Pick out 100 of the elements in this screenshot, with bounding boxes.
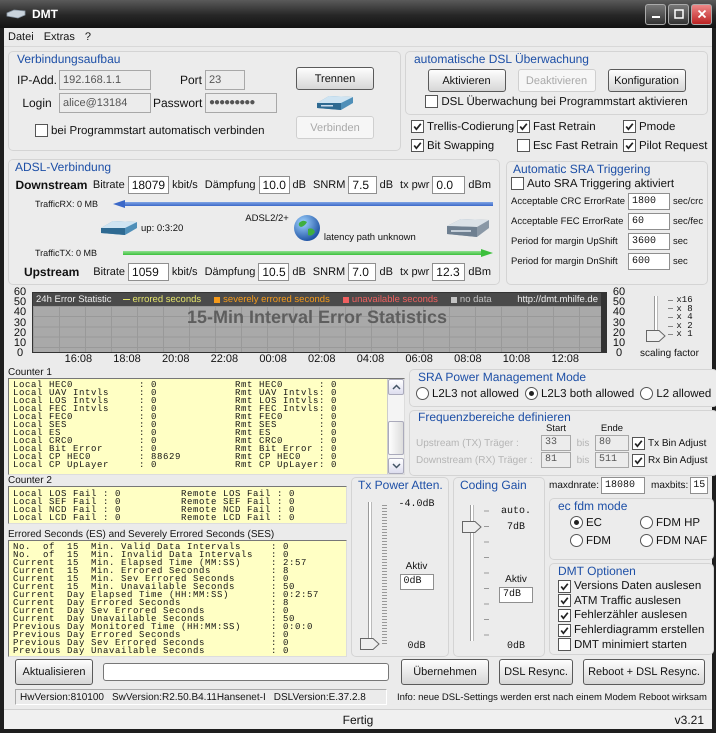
chart-title: 24h Error Statistic [36, 294, 112, 305]
value-field[interactable]: 60 [628, 213, 670, 230]
radio-label: L2L3 not allowed [432, 388, 519, 400]
checkbox-label: Fehlerzähler auslesen [574, 609, 688, 622]
field-label: Passwort [153, 96, 204, 110]
value-field[interactable]: 7.0 [348, 263, 376, 282]
action-button[interactable]: Reboot + DSL Resync. [583, 659, 705, 685]
value-field[interactable]: 600 [628, 253, 670, 270]
counter-line: Remote LCD Fail : 0 [181, 514, 296, 522]
counter-line: Local FEC0 : 0 [13, 413, 158, 421]
value-field[interactable]: 18079 [128, 176, 170, 194]
refresh-button[interactable]: Aktualisieren [15, 659, 93, 685]
checkbox-label: Auto SRA Triggering aktiviert [527, 178, 674, 190]
axis-tick: 60 [12, 287, 28, 298]
menu-item[interactable]: ? [84, 31, 91, 43]
action-button[interactable]: DSL Resync. [499, 659, 573, 685]
traffic-label: TrafficTX: 0 MB [34, 248, 98, 258]
section-title: Counter 2 [8, 475, 53, 486]
field-label: Dämpfung [204, 178, 256, 191]
maximize-button[interactable] [668, 4, 689, 24]
checkbox[interactable] [558, 594, 571, 608]
value-field[interactable]: 7dB [499, 586, 533, 602]
checkbox-label: Tx Bin Adjust [648, 438, 706, 448]
radio-button[interactable] [524, 387, 538, 400]
globe-icon [292, 214, 321, 242]
counter-line: Local ES : 0 [13, 429, 158, 437]
slider-thumb[interactable] [462, 520, 482, 532]
checkbox-label: Esc Fast Retrain [533, 140, 618, 152]
radio-button[interactable] [640, 387, 654, 400]
value-field[interactable]: 1059 [128, 263, 169, 282]
radio-button[interactable] [640, 534, 653, 547]
counter-line: Rmt FEC0 : 0 [235, 413, 338, 421]
action-button[interactable]: Übernehmen [401, 659, 489, 685]
checkbox[interactable] [558, 608, 571, 622]
radio-button[interactable] [416, 387, 429, 400]
field-label: Aktiv [505, 574, 527, 584]
checkbox-label: Rx Bin Adjust [648, 454, 708, 466]
menu-item[interactable]: Extras [44, 31, 75, 43]
value-field[interactable]: 15 [690, 476, 708, 494]
counter-line: Rmt HEC0 : 0 [235, 381, 338, 389]
radio-label: L2L3 both allowed [540, 388, 634, 400]
statistics-line: Current Day Unavailable Seconds : 50 [13, 615, 296, 623]
status-text: Fertig [342, 712, 374, 726]
checkbox[interactable] [517, 120, 530, 133]
monitor-button[interactable]: Konfiguration [608, 69, 686, 92]
axis-tick: 12:08 [550, 353, 580, 366]
field-label: maxbits: [651, 480, 688, 490]
version-label: SwVersion:R2.50.B4.11Hansenet-I [112, 692, 266, 702]
checkbox[interactable] [623, 120, 636, 133]
checkbox[interactable] [411, 139, 424, 152]
slider-thumb[interactable] [360, 638, 380, 650]
statistics-line: Current Day Sev Errored Seconds : 0 [13, 607, 290, 615]
field-label: tx pwr [400, 266, 430, 278]
slider-thumb[interactable] [646, 330, 666, 342]
radio-label: L2 allowed [656, 388, 712, 400]
scale-label: -4.0dB [398, 499, 434, 510]
group-title: Coding Gain [460, 478, 528, 493]
checkbox[interactable] [425, 95, 438, 108]
minimize-button[interactable] [645, 4, 666, 24]
value-field[interactable]: 0dB [400, 574, 434, 590]
checkbox[interactable] [35, 124, 48, 137]
counter-line: Rmt CRC0 : 0 [235, 437, 338, 445]
checkbox[interactable] [558, 580, 571, 593]
unit-label: sec [673, 236, 689, 247]
value-field[interactable]: 12.3 [432, 263, 466, 282]
value-field[interactable]: 3600 [628, 233, 670, 250]
counter-line: Rmt ES : 0 [235, 429, 338, 437]
value-field[interactable]: 1800 [628, 193, 670, 210]
disconnect-button[interactable]: Trennen [296, 67, 374, 90]
checkbox[interactable] [517, 139, 530, 152]
counter-line: Local CP UpLayer : 0 [13, 461, 158, 469]
radio-button[interactable] [570, 516, 583, 529]
unit-label: dBm [468, 266, 492, 278]
checkbox[interactable] [558, 624, 571, 637]
value-field[interactable]: 18080 [601, 476, 646, 494]
statistics-line: Current Day Errored Seconds : 8 [13, 599, 290, 607]
axis-tick: 16:08 [64, 353, 94, 366]
radio-button[interactable] [570, 534, 583, 547]
checkbox[interactable] [511, 177, 524, 190]
scrollbar[interactable] [387, 379, 404, 474]
checkbox[interactable] [558, 638, 571, 652]
checkbox[interactable] [623, 139, 636, 152]
counter-line: Local FEC Intvls : 0 [13, 405, 158, 413]
value-field[interactable]: 10.0 [258, 176, 290, 194]
monitor-button[interactable]: Aktivieren [428, 69, 506, 92]
counter-line: Rmt CP HEC0 : 0 [235, 453, 338, 461]
counter-line: Local NCD Fail : 0 [13, 506, 122, 514]
axis-tick: 04:08 [356, 353, 386, 366]
value-field[interactable]: 7.5 [348, 176, 377, 194]
minimize-icon [652, 16, 660, 18]
close-button[interactable] [691, 4, 712, 24]
menu-item[interactable]: Datei [8, 31, 34, 43]
column-heading: Start [544, 424, 568, 434]
modem-icon [6, 9, 26, 19]
field-label: Period for margin DnShift [511, 256, 619, 267]
checkbox[interactable] [411, 120, 424, 133]
value-field[interactable]: 0.0 [432, 176, 466, 194]
value-field[interactable]: 10.5 [258, 263, 290, 282]
radio-button[interactable] [640, 516, 653, 529]
checkbox-label: DMT minimiert starten [574, 638, 687, 651]
